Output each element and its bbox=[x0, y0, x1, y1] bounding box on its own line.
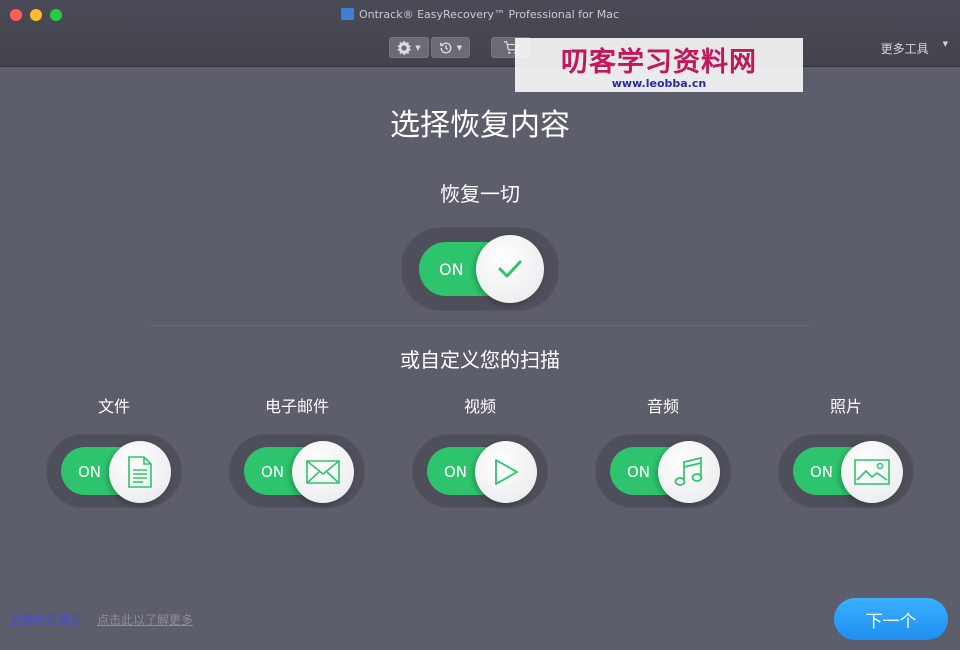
toggle-knob[interactable] bbox=[476, 235, 544, 303]
category-label-files: 文件 bbox=[97, 397, 130, 416]
audio-toggle[interactable]: ON bbox=[595, 434, 731, 508]
history-icon bbox=[439, 41, 452, 53]
chevron-down-icon: ▼ bbox=[456, 43, 463, 52]
more-tools-menu[interactable]: 更多工具 ▼ bbox=[881, 40, 948, 57]
checkmark-icon bbox=[498, 260, 522, 278]
toggle-knob[interactable] bbox=[658, 441, 720, 503]
page-title: 选择恢复内容 bbox=[390, 108, 570, 143]
recover-all-toggle[interactable]: ON bbox=[401, 227, 559, 311]
custom-scan-label: 或自定义您的扫描 bbox=[400, 348, 560, 372]
watermark-overlay: 叨客学习资料网 www.leobba.cn bbox=[515, 38, 803, 92]
file-icon bbox=[128, 456, 152, 488]
toggle-state-label: ON bbox=[261, 463, 285, 481]
toggle-state-label: ON bbox=[627, 463, 651, 481]
toggle-state-label: ON bbox=[810, 463, 834, 481]
title-bar: Ontrack® EasyRecovery™ Professional for … bbox=[0, 0, 960, 67]
chevron-down-icon: ▼ bbox=[415, 43, 421, 52]
settings-button[interactable]: ▼ bbox=[389, 37, 429, 58]
learn-more-link[interactable]: 点击此以了解更多 bbox=[97, 611, 193, 628]
chevron-down-icon: ▼ bbox=[942, 40, 948, 48]
email-toggle[interactable]: ON bbox=[229, 434, 365, 508]
category-label-photos: 照片 bbox=[829, 397, 862, 416]
files-toggle[interactable]: ON bbox=[46, 434, 182, 508]
create-recovery-disk-link[interactable]: 创建恢复硬盘 bbox=[10, 611, 82, 628]
category-label-email: 电子邮件 bbox=[264, 397, 329, 416]
photos-toggle[interactable]: ON bbox=[778, 434, 914, 508]
watermark-title: 叨客学习资料网 bbox=[561, 47, 757, 78]
toggle-knob[interactable] bbox=[109, 441, 171, 503]
category-label-video: 视频 bbox=[463, 397, 496, 416]
watermark-url: www.leobba.cn bbox=[611, 77, 707, 90]
history-button[interactable]: ▼ bbox=[431, 37, 470, 58]
recover-all-label: 恢复一切 bbox=[440, 182, 520, 206]
toggle-state-label: ON bbox=[444, 463, 468, 481]
section-divider bbox=[150, 325, 810, 326]
play-icon bbox=[495, 459, 518, 485]
window-title: Ontrack® EasyRecovery™ Professional for … bbox=[0, 8, 960, 21]
image-icon bbox=[854, 459, 890, 485]
gear-icon bbox=[397, 40, 412, 55]
toggle-knob[interactable] bbox=[292, 441, 354, 503]
toggle-state-label: ON bbox=[439, 260, 464, 279]
next-button[interactable]: 下一个 bbox=[834, 598, 948, 640]
category-label-audio: 音频 bbox=[646, 397, 679, 416]
app-logo-icon bbox=[340, 8, 354, 20]
toggle-state-label: ON bbox=[78, 463, 102, 481]
video-toggle[interactable]: ON bbox=[412, 434, 548, 508]
envelope-icon bbox=[306, 460, 340, 484]
toggle-knob[interactable] bbox=[475, 441, 537, 503]
toggle-knob[interactable] bbox=[841, 441, 903, 503]
music-note-icon bbox=[674, 456, 703, 486]
